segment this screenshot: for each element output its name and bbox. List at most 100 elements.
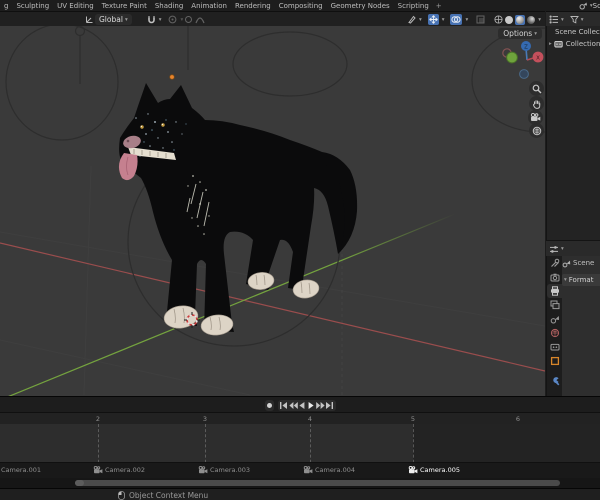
falloff-circle-icon[interactable]: [184, 15, 193, 24]
snap-magnet-icon[interactable]: [147, 15, 156, 24]
scrollbar-thumb[interactable]: [75, 480, 560, 486]
shading-dropdown[interactable]: ▾: [538, 17, 541, 23]
expand-arrow-icon[interactable]: ▸: [549, 41, 552, 47]
tab-output[interactable]: [547, 284, 562, 298]
empty-circle[interactable]: [74, 26, 86, 37]
gizmo-minus-z[interactable]: [519, 69, 529, 79]
3d-viewport[interactable]: X Z Options ▾: [0, 26, 545, 396]
tab-modifiers[interactable]: [547, 374, 562, 388]
svg-text:X: X: [536, 55, 540, 61]
tab-uv-editing[interactable]: UV Editing: [53, 2, 98, 10]
tab-view-layer[interactable]: [547, 298, 562, 312]
filter-funnel-icon[interactable]: [569, 15, 579, 24]
status-bar: Object Context Menu: [0, 488, 600, 500]
annotate-dropdown[interactable]: ▾: [419, 17, 422, 23]
scene-collection-label: Scene Collection: [555, 28, 600, 36]
marker-camera-002[interactable]: Camera.002: [93, 466, 145, 474]
playback-range-highlight: [0, 424, 413, 462]
marker-camera-003[interactable]: Camera.003: [198, 466, 250, 474]
viewport-header: Global ▾ ▾ ▾ ▾ ▾ ▾ ▾: [0, 11, 545, 27]
gizmo-dropdown[interactable]: ▾: [442, 17, 445, 23]
x-axis-line: [0, 242, 545, 372]
marker-label: Camera.005: [420, 466, 460, 474]
tab-animation[interactable]: Animation: [187, 2, 231, 10]
timeline-track-area[interactable]: [0, 424, 600, 478]
marker-camera-004[interactable]: Camera.004: [303, 466, 355, 474]
tab-shading[interactable]: Shading: [151, 2, 187, 10]
transform-orientation-dropdown[interactable]: Global ▾: [95, 14, 132, 25]
outliner-row-scene-collection[interactable]: Scene Collection: [547, 26, 600, 38]
blender-window: g Sculpting UV Editing Texture Paint Sha…: [0, 0, 600, 500]
orientation-icon: [85, 15, 94, 24]
annotate-tool-icon[interactable]: [407, 15, 416, 24]
object-origin-dot[interactable]: [169, 74, 175, 80]
show-gizmo-toggle[interactable]: [427, 14, 439, 25]
editor-type-dropdown[interactable]: ▾: [561, 17, 564, 23]
tab-scripting[interactable]: Scripting: [394, 2, 433, 10]
snap-dropdown[interactable]: ▾: [159, 17, 162, 23]
filter-dropdown[interactable]: ▾: [581, 17, 584, 23]
tab-scene[interactable]: [547, 312, 562, 326]
format-panel-header[interactable]: ▾ Format: [562, 274, 600, 286]
zoom-button[interactable]: [529, 81, 544, 96]
properties-panel: Scene ▾ Format: [546, 256, 600, 396]
outliner-row-collection[interactable]: ▸ Collection: [547, 38, 600, 50]
marker-camera-001[interactable]: Camera.001: [1, 466, 41, 474]
marker-camera-005-selected[interactable]: Camera.005: [408, 466, 460, 474]
tab-world[interactable]: [547, 326, 562, 340]
status-hint: Object Context Menu: [129, 490, 209, 500]
overlays-dropdown[interactable]: ▾: [465, 17, 468, 23]
play-reverse-button[interactable]: [298, 401, 307, 410]
dog-tongue: [118, 153, 138, 181]
tab-tool[interactable]: [547, 256, 562, 270]
jump-to-end-button[interactable]: [325, 401, 334, 410]
frame-tick: 2: [95, 415, 101, 423]
tab-rendering[interactable]: Rendering: [231, 2, 275, 10]
editor-type-dropdown[interactable]: ▾: [561, 246, 564, 252]
perspective-toggle-button[interactable]: [529, 123, 544, 138]
auto-key-button[interactable]: [264, 399, 274, 411]
tab-compositing[interactable]: Compositing: [275, 2, 327, 10]
prev-keyframe-button[interactable]: [288, 401, 298, 410]
collection-label: Collection: [565, 40, 600, 48]
frame-tick: 3: [202, 415, 208, 423]
outliner-editor-icon[interactable]: [549, 15, 559, 24]
marker-label: Camera.003: [210, 466, 250, 474]
proportional-edit-icon[interactable]: [168, 15, 177, 24]
tab-render[interactable]: [547, 270, 562, 284]
tab-modeling-cut[interactable]: g: [0, 2, 12, 10]
tab-geometry-nodes[interactable]: Geometry Nodes: [327, 2, 394, 10]
options-button[interactable]: Options ▾: [498, 28, 542, 39]
tab-object[interactable]: [547, 354, 562, 368]
outliner-header: ▾ ▾: [546, 11, 600, 27]
proportional-dropdown[interactable]: ▾: [180, 17, 183, 23]
scene-selector[interactable]: ▾ Scene: [579, 0, 600, 11]
properties-header: ▾: [546, 240, 600, 257]
pan-hand-button[interactable]: [529, 96, 544, 111]
shading-material-button[interactable]: [515, 14, 526, 25]
xray-toggle[interactable]: [476, 15, 485, 24]
tab-collection-props[interactable]: [547, 340, 562, 354]
marker-row: Camera.001 Camera.002 Camera.003 Camera.…: [0, 462, 600, 479]
next-keyframe-button[interactable]: [315, 401, 325, 410]
falloff-curve-icon[interactable]: [195, 15, 205, 24]
dog-eye: [140, 125, 144, 129]
properties-breadcrumb: Scene: [562, 256, 600, 270]
shading-rendered-button[interactable]: [527, 15, 536, 24]
properties-editor-icon[interactable]: [549, 245, 559, 254]
gizmo-y[interactable]: [506, 51, 518, 64]
tab-texture-paint[interactable]: Texture Paint: [98, 2, 151, 10]
shading-solid-button[interactable]: [505, 15, 514, 24]
outliner-tree: Scene Collection ▸ Collection: [546, 26, 600, 240]
add-workspace-button[interactable]: +: [433, 2, 445, 10]
panel-collapse-icon: ▾: [564, 277, 567, 283]
rig-circle-head[interactable]: [232, 31, 348, 97]
navigation-gizmo[interactable]: X Z: [502, 41, 544, 79]
jump-to-start-button[interactable]: [280, 401, 289, 410]
shading-wireframe-button[interactable]: [494, 15, 503, 24]
rig-circle-left[interactable]: [5, 26, 119, 141]
show-overlays-toggle[interactable]: [450, 14, 463, 25]
play-button[interactable]: [307, 401, 316, 410]
tab-sculpting[interactable]: Sculpting: [12, 2, 53, 10]
scrollbar-handle[interactable]: [75, 480, 84, 486]
